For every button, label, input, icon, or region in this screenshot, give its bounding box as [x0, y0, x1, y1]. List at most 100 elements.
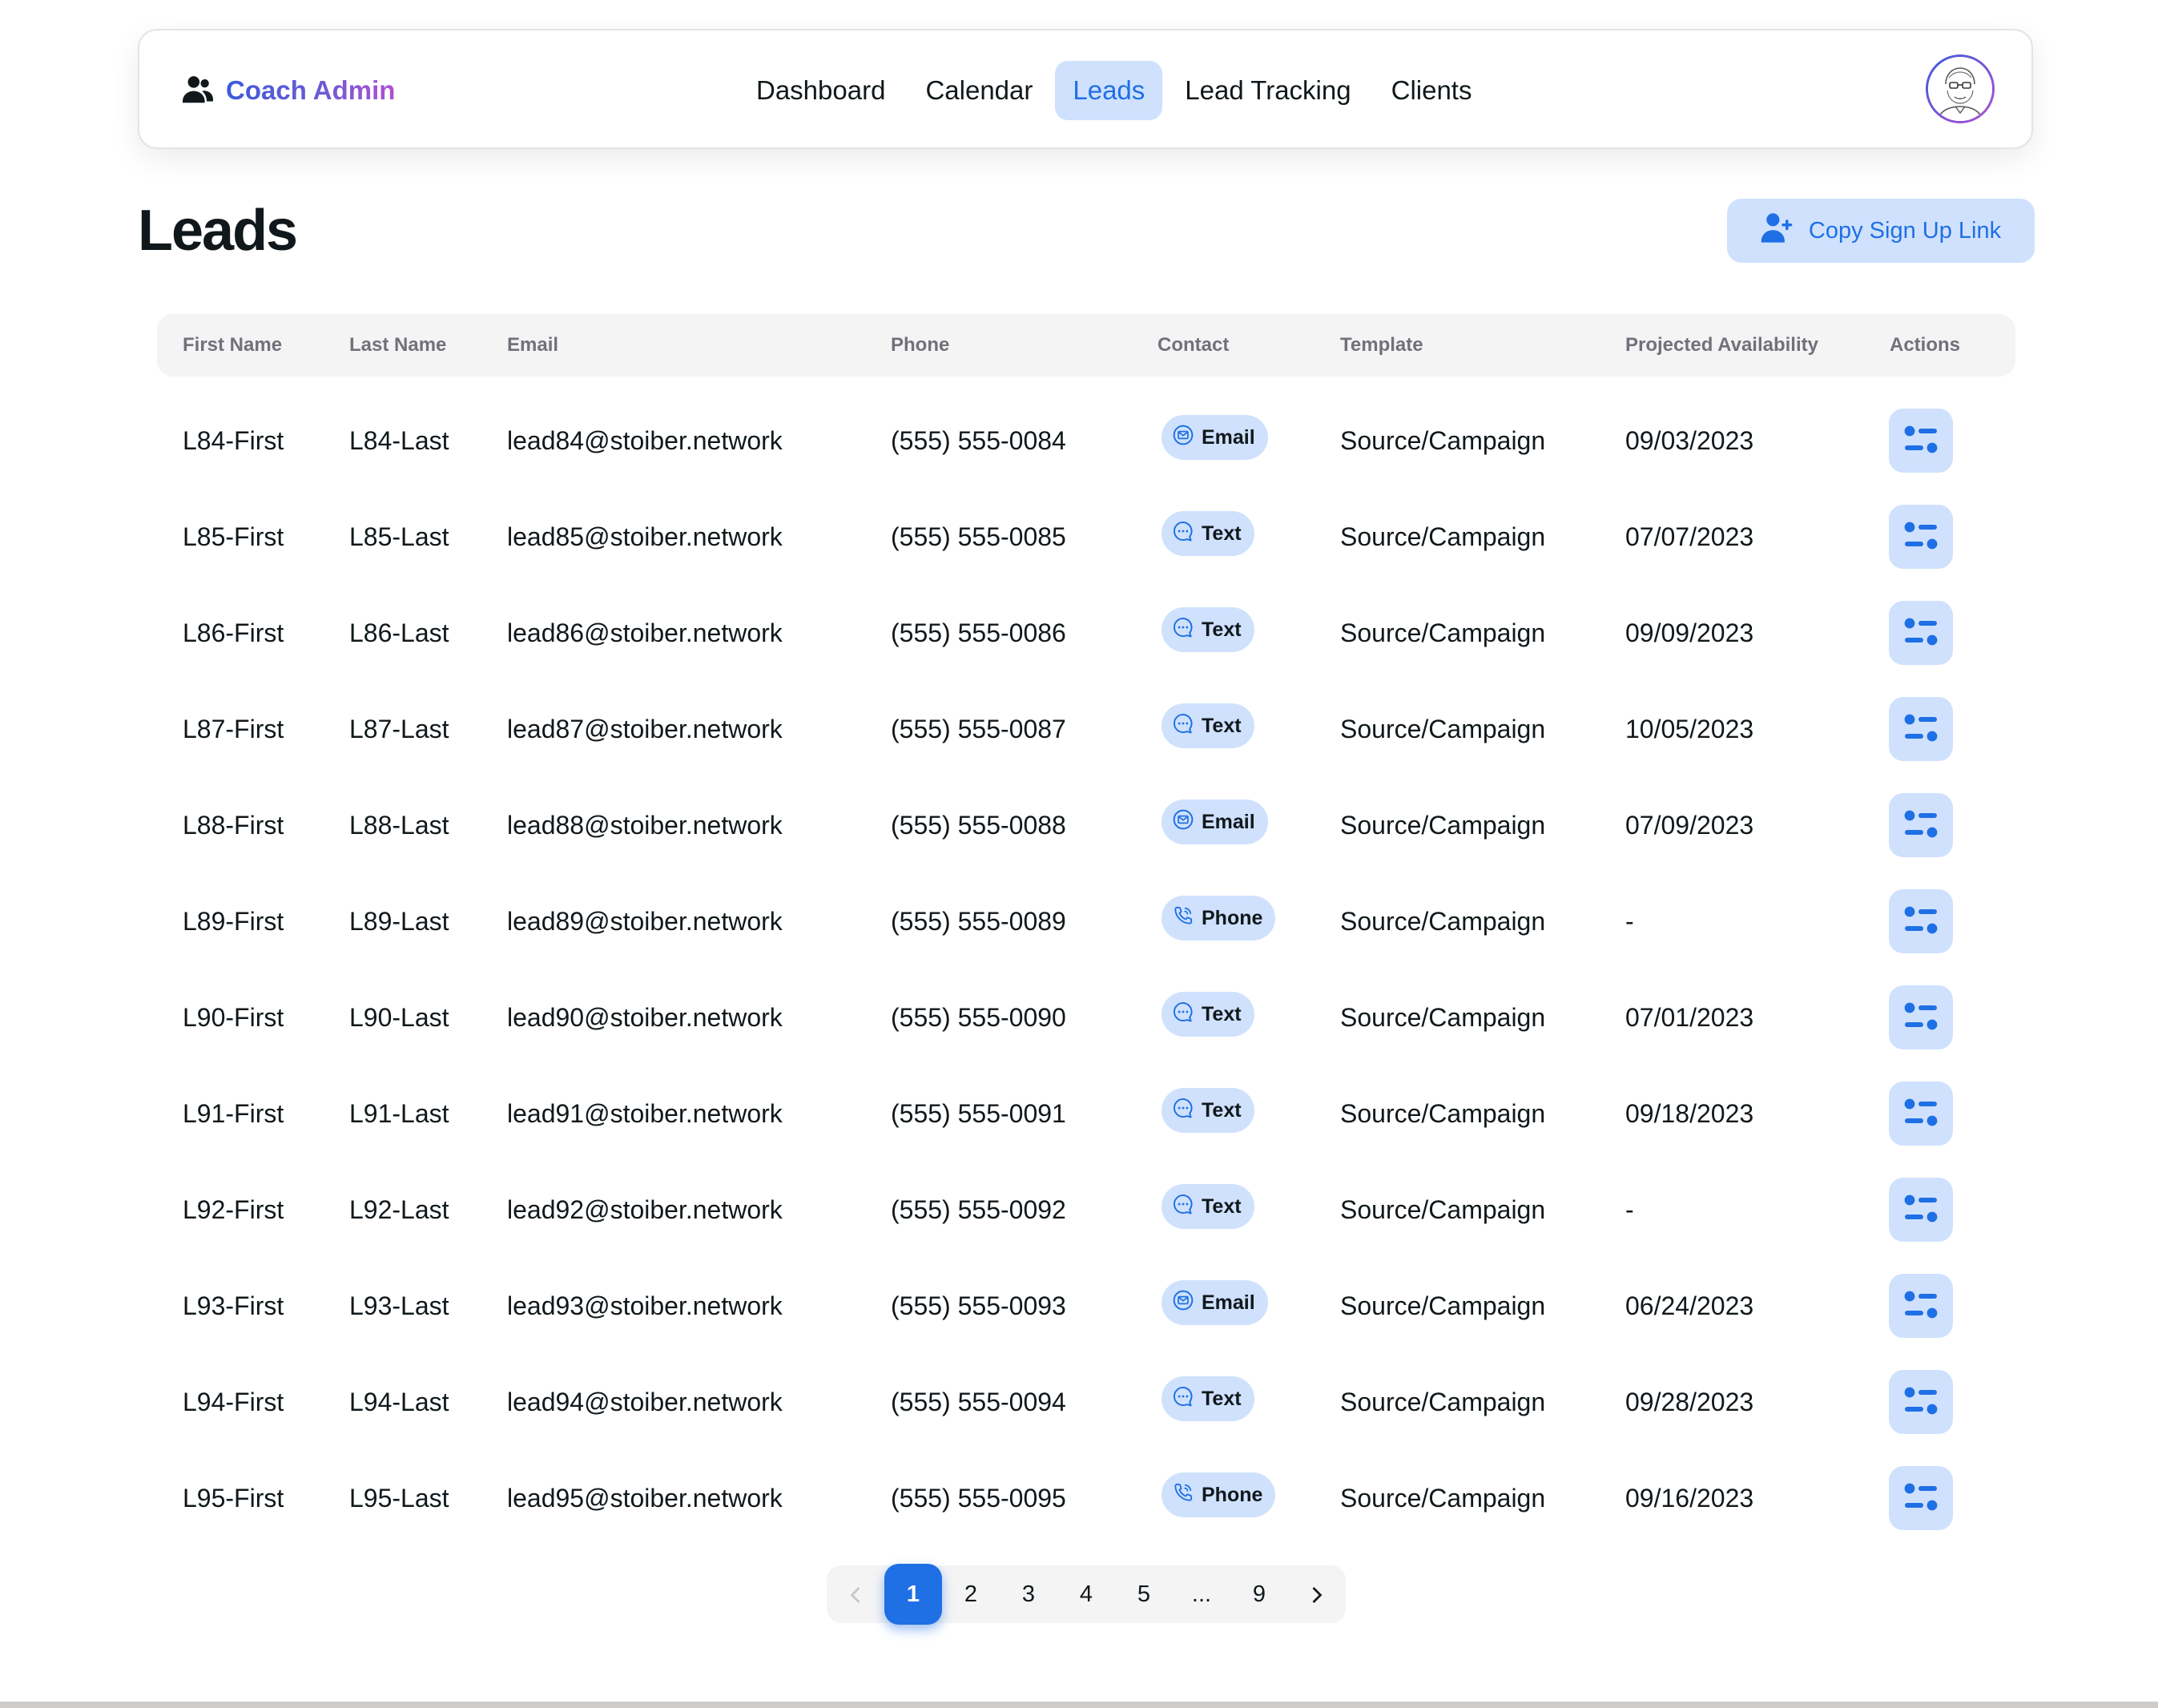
table-row[interactable]: L87-First L87-Last lead87@stoiber.networ…: [157, 681, 2015, 777]
table-row[interactable]: L88-First L88-Last lead88@stoiber.networ…: [157, 777, 2015, 873]
projected-availability-cell: 06/24/2023: [1625, 1291, 1754, 1320]
avatar[interactable]: [1926, 54, 1995, 123]
email-cell[interactable]: lead91@stoiber.network: [507, 1065, 783, 1162]
nav-dashboard[interactable]: Dashboard: [739, 61, 903, 120]
phone-cell: (555) 555-0095: [891, 1484, 1066, 1513]
table-row[interactable]: L94-First L94-Last lead94@stoiber.networ…: [157, 1354, 2015, 1450]
contact-method-chip: Email: [1162, 800, 1268, 844]
row-actions-button[interactable]: [1889, 697, 1953, 761]
column-header-projected-availability[interactable]: Projected Availability: [1625, 314, 1818, 377]
page-button-2[interactable]: 2: [942, 1565, 1000, 1623]
first-name-cell: L94-First: [183, 1388, 284, 1416]
projected-availability-cell: 09/28/2023: [1625, 1388, 1754, 1416]
row-actions-button[interactable]: [1889, 505, 1953, 569]
template-cell: Source/Campaign: [1340, 426, 1546, 455]
table-row[interactable]: L86-First L86-Last lead86@stoiber.networ…: [157, 585, 2015, 681]
column-header-contact[interactable]: Contact: [1158, 314, 1229, 377]
row-actions-button[interactable]: [1889, 601, 1953, 665]
list-settings-icon: [1903, 520, 1939, 554]
nav-clients[interactable]: Clients: [1374, 61, 1490, 120]
email-cell[interactable]: lead84@stoiber.network: [507, 393, 783, 489]
chat-icon: [1173, 1386, 1194, 1412]
projected-availability-cell: 09/09/2023: [1625, 618, 1754, 647]
chat-icon: [1173, 713, 1194, 739]
mail-icon: [1173, 425, 1194, 451]
template-cell: Source/Campaign: [1340, 522, 1546, 551]
page-button-4[interactable]: 4: [1057, 1565, 1115, 1623]
template-cell: Source/Campaign: [1340, 1195, 1546, 1224]
contact-method-chip: Text: [1162, 607, 1254, 652]
table-row[interactable]: L90-First L90-Last lead90@stoiber.networ…: [157, 969, 2015, 1065]
email-cell[interactable]: lead93@stoiber.network: [507, 1258, 783, 1354]
email-cell[interactable]: lead88@stoiber.network: [507, 777, 783, 873]
phone-cell: (555) 555-0091: [891, 1099, 1066, 1128]
table-row[interactable]: L93-First L93-Last lead93@stoiber.networ…: [157, 1258, 2015, 1354]
row-actions-button[interactable]: [1889, 793, 1953, 857]
email-cell[interactable]: lead86@stoiber.network: [507, 585, 783, 681]
row-actions-button[interactable]: [1889, 1178, 1953, 1242]
phone-cell: (555) 555-0094: [891, 1388, 1066, 1416]
last-name-cell: L90-Last: [349, 1003, 449, 1032]
contact-method-label: Phone: [1202, 1483, 1263, 1506]
row-actions-button[interactable]: [1889, 1274, 1953, 1338]
phone-cell: (555) 555-0087: [891, 715, 1066, 743]
projected-availability-cell: 07/09/2023: [1625, 811, 1754, 840]
last-name-cell: L93-Last: [349, 1291, 449, 1320]
column-header-last-name[interactable]: Last Name: [349, 314, 446, 377]
email-cell[interactable]: lead89@stoiber.network: [507, 873, 783, 969]
nav-calendar[interactable]: Calendar: [908, 61, 1050, 120]
list-settings-icon: [1903, 1385, 1939, 1420]
brand[interactable]: Coach Admin: [181, 30, 395, 151]
row-actions-button[interactable]: [1889, 409, 1953, 473]
projected-availability-cell: 09/03/2023: [1625, 426, 1754, 455]
column-header-template[interactable]: Template: [1340, 314, 1423, 377]
page-title: Leads: [138, 199, 298, 263]
email-cell[interactable]: lead90@stoiber.network: [507, 969, 783, 1065]
nav-lead-tracking[interactable]: Lead Tracking: [1167, 61, 1368, 120]
column-header-first-name[interactable]: First Name: [183, 314, 282, 377]
row-actions-button[interactable]: [1889, 1466, 1953, 1530]
first-name-cell: L92-First: [183, 1195, 284, 1224]
first-name-cell: L89-First: [183, 907, 284, 936]
copy-sign-up-link-button[interactable]: Copy Sign Up Link: [1727, 199, 2035, 263]
chat-icon: [1173, 1098, 1194, 1124]
row-actions-button[interactable]: [1889, 1082, 1953, 1146]
template-cell: Source/Campaign: [1340, 715, 1546, 743]
projected-availability-cell: 07/07/2023: [1625, 522, 1754, 551]
table-row[interactable]: L89-First L89-Last lead89@stoiber.networ…: [157, 873, 2015, 969]
column-header-email[interactable]: Email: [507, 314, 558, 377]
table-row[interactable]: L91-First L91-Last lead91@stoiber.networ…: [157, 1065, 2015, 1162]
email-cell[interactable]: lead92@stoiber.network: [507, 1162, 783, 1258]
column-header-phone[interactable]: Phone: [891, 314, 949, 377]
prev-page-button[interactable]: [827, 1565, 884, 1623]
email-cell[interactable]: lead95@stoiber.network: [507, 1450, 783, 1546]
table-row[interactable]: L95-First L95-Last lead95@stoiber.networ…: [157, 1450, 2015, 1546]
list-settings-icon: [1903, 424, 1939, 458]
phone-cell: (555) 555-0090: [891, 1003, 1066, 1032]
first-name-cell: L84-First: [183, 426, 284, 455]
template-cell: Source/Campaign: [1340, 1484, 1546, 1513]
nav-leads[interactable]: Leads: [1055, 61, 1163, 120]
contact-method-label: Text: [1202, 618, 1242, 641]
table-row[interactable]: L84-First L84-Last lead84@stoiber.networ…: [157, 393, 2015, 489]
page-button-9[interactable]: 9: [1230, 1565, 1288, 1623]
row-actions-button[interactable]: [1889, 889, 1953, 953]
page-button-1[interactable]: 1: [884, 1564, 942, 1625]
table-row[interactable]: L92-First L92-Last lead92@stoiber.networ…: [157, 1162, 2015, 1258]
email-cell[interactable]: lead85@stoiber.network: [507, 489, 783, 585]
email-cell[interactable]: lead94@stoiber.network: [507, 1354, 783, 1450]
table-row[interactable]: L85-First L85-Last lead85@stoiber.networ…: [157, 489, 2015, 585]
contact-method-chip: Text: [1162, 992, 1254, 1037]
first-name-cell: L85-First: [183, 522, 284, 551]
page-button-3[interactable]: 3: [1000, 1565, 1057, 1623]
email-cell[interactable]: lead87@stoiber.network: [507, 681, 783, 777]
contact-method-label: Text: [1202, 1387, 1242, 1410]
page-button-5[interactable]: 5: [1115, 1565, 1173, 1623]
phone-cell: (555) 555-0092: [891, 1195, 1066, 1224]
phone-cell: (555) 555-0084: [891, 426, 1066, 455]
last-name-cell: L85-Last: [349, 522, 449, 551]
avatar-glasses-icon: [1928, 57, 1992, 121]
row-actions-button[interactable]: [1889, 985, 1953, 1049]
row-actions-button[interactable]: [1889, 1370, 1953, 1434]
next-page-button[interactable]: [1288, 1565, 1346, 1623]
